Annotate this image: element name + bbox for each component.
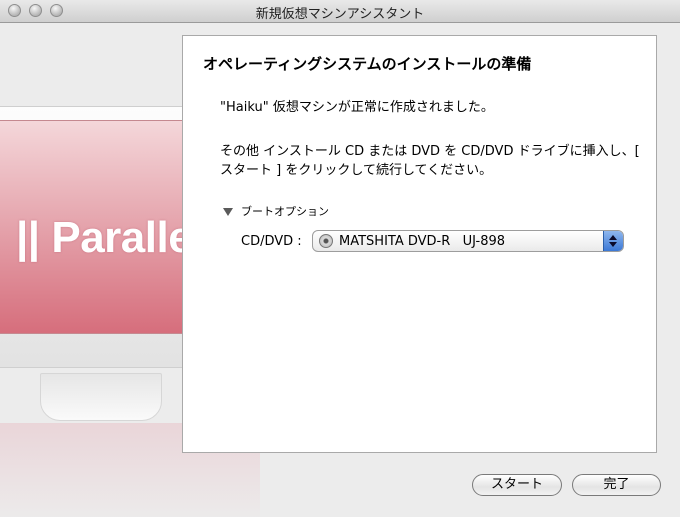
boot-options-disclosure[interactable]: ブートオプション [223, 203, 329, 219]
install-prep-panel: オペレーティングシステムのインストールの準備 "Haiku" 仮想マシンが正常に… [182, 35, 657, 453]
cd-dvd-selected-value: MATSHITA DVD-R UJ-898 [339, 234, 506, 249]
panel-heading: オペレーティングシステムのインストールの準備 [203, 55, 532, 73]
arrow-down-icon [609, 242, 617, 247]
optical-disc-icon [319, 234, 333, 248]
assistant-window: 新規仮想マシンアシスタント || Parallels™ オペレーティングシステム… [0, 0, 680, 517]
insert-disc-instruction: その他 インストール CD または DVD を CD/DVD ドライブに挿入し、… [220, 144, 640, 178]
cd-dvd-drive-select[interactable]: MATSHITA DVD-R UJ-898 [312, 230, 624, 252]
done-button[interactable]: 完了 [572, 474, 661, 496]
monitor-stand [40, 373, 162, 421]
boot-options-label: ブートオプション [241, 205, 329, 218]
arrow-up-icon [609, 235, 617, 240]
disclosure-triangle-icon[interactable] [223, 208, 233, 216]
popup-arrows-icon[interactable] [603, 231, 623, 251]
window-title: 新規仮想マシンアシスタント [255, 7, 425, 22]
vm-created-message: "Haiku" 仮想マシンが正常に作成されました。 [220, 100, 494, 115]
start-button[interactable]: スタート [472, 474, 562, 496]
cd-dvd-label: CD/DVD : [241, 234, 302, 249]
title-bar: 新規仮想マシンアシスタント [0, 0, 680, 23]
